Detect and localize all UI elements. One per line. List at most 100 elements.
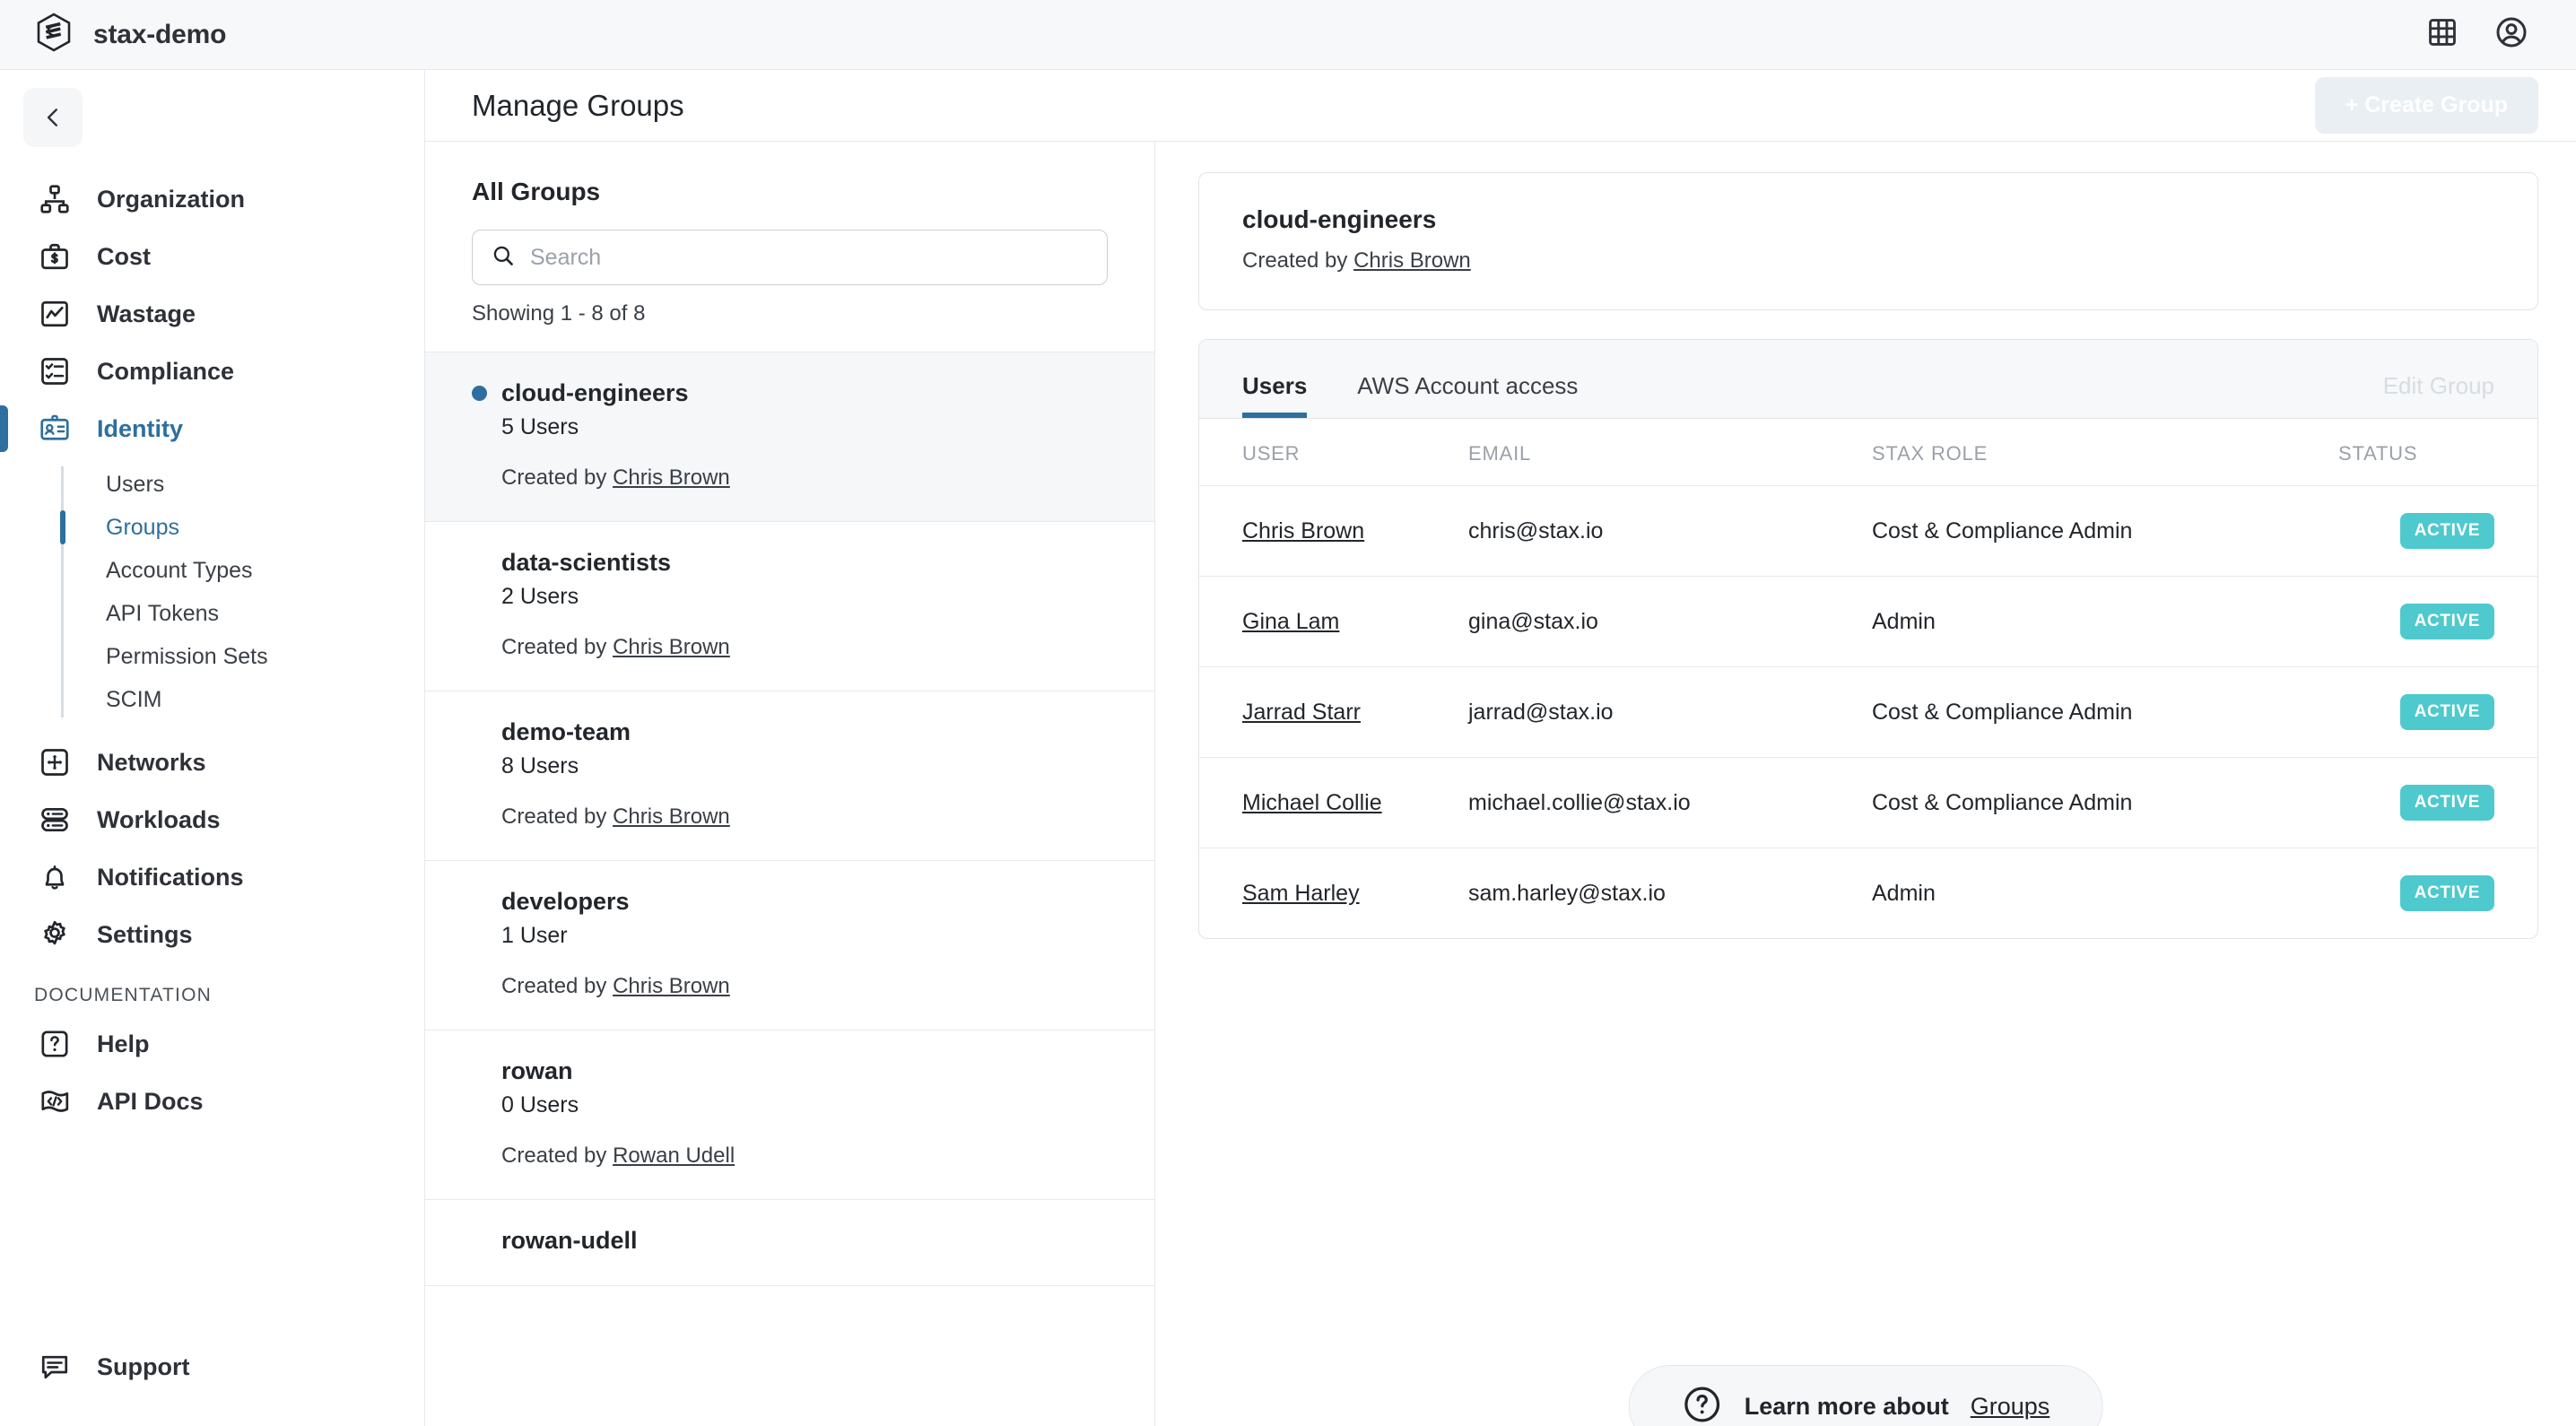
all-groups-heading: All Groups bbox=[472, 178, 601, 205]
sidebar-item-notifications[interactable]: Notifications bbox=[0, 848, 424, 906]
sidebar-item-networks[interactable]: Networks bbox=[0, 734, 424, 791]
brand-title: stax-demo bbox=[93, 19, 227, 49]
created-by-link[interactable]: Rowan Udell bbox=[613, 1143, 735, 1168]
group-detail-header-card: cloud-engineers Created by Chris Brown bbox=[1198, 172, 2538, 310]
tab-aws-account-access[interactable]: AWS Account access bbox=[1357, 372, 1578, 418]
sidebar-item-workloads[interactable]: Workloads bbox=[0, 791, 424, 848]
user-role: Admin bbox=[1872, 576, 2338, 667]
sidebar-item-scim[interactable]: SCIM bbox=[0, 678, 424, 721]
user-name-link[interactable]: Michael Collie bbox=[1242, 790, 1382, 815]
page-title: Manage Groups bbox=[472, 88, 684, 122]
sidebar-subnav-identity: Users Groups Account Types API Tokens Pe… bbox=[0, 463, 424, 721]
sidebar-item-support[interactable]: Support bbox=[0, 1338, 424, 1396]
group-list-item[interactable]: cloud-engineers 5 Users Created by Chris… bbox=[425, 352, 1154, 522]
user-role: Admin bbox=[1872, 880, 1936, 906]
groups-list[interactable]: cloud-engineers 5 Users Created by Chris… bbox=[425, 352, 1154, 1426]
subnav-label: Permission Sets bbox=[106, 643, 268, 669]
sidebar-item-wastage[interactable]: Wastage bbox=[0, 285, 424, 343]
group-list-item[interactable]: data-scientists 2 Users Created by Chris… bbox=[425, 522, 1154, 691]
sidebar-item-identity[interactable]: Identity bbox=[0, 400, 424, 457]
status-badge: ACTIVE bbox=[2399, 785, 2494, 821]
user-name-link[interactable]: Chris Brown bbox=[1242, 518, 1364, 543]
created-by-prefix: Created by bbox=[501, 465, 607, 490]
created-by-link[interactable]: Chris Brown bbox=[1353, 248, 1471, 273]
sidebar-primary-nav: Organization Cost Wastage Compliance Ide… bbox=[0, 170, 424, 1130]
created-by-link[interactable]: Chris Brown bbox=[613, 804, 730, 829]
sidebar-item-cost[interactable]: Cost bbox=[0, 228, 424, 285]
group-name: rowan-udell bbox=[501, 1227, 638, 1254]
sidebar-item-organization[interactable]: Organization bbox=[0, 170, 424, 228]
search-input[interactable] bbox=[530, 244, 1089, 271]
grid-apps-icon[interactable] bbox=[2427, 17, 2458, 52]
user-role: Cost & Compliance Admin bbox=[1872, 666, 2338, 758]
tabs-bar: Users AWS Account access Edit Group bbox=[1199, 340, 2537, 419]
server-stack-icon bbox=[36, 801, 74, 839]
content-columns: All Groups Showing 1 - 8 of 8 bbox=[425, 142, 2576, 1426]
table-row[interactable]: Michael Collie michael.collie@stax.io Co… bbox=[1199, 757, 2537, 848]
created-by-link[interactable]: Chris Brown bbox=[613, 465, 730, 490]
code-flag-icon bbox=[36, 1083, 74, 1120]
user-role: Cost & Compliance Admin bbox=[1872, 485, 2338, 577]
sidebar-item-label: Identity bbox=[97, 414, 184, 442]
created-by-prefix: Created by bbox=[501, 974, 607, 998]
column-header-email: EMAIL bbox=[1468, 419, 1872, 486]
created-by-link[interactable]: Chris Brown bbox=[613, 974, 730, 998]
created-by-prefix: Created by bbox=[501, 804, 607, 829]
created-by-prefix: Created by bbox=[501, 635, 607, 659]
created-by-link[interactable]: Chris Brown bbox=[613, 635, 730, 659]
sidebar-item-groups[interactable]: Groups bbox=[0, 506, 424, 549]
user-email: jarrad@stax.io bbox=[1468, 666, 1872, 758]
body: Organization Cost Wastage Compliance Ide… bbox=[0, 70, 2576, 1426]
group-created-by: Created by Chris Brown bbox=[472, 635, 1108, 660]
subnav-label: Groups bbox=[106, 514, 179, 540]
sidebar-item-api-docs[interactable]: API Docs bbox=[0, 1073, 424, 1130]
tab-users[interactable]: Users bbox=[1242, 372, 1308, 418]
subnav-label: Users bbox=[106, 471, 165, 497]
sidebar-item-label: Support bbox=[97, 1352, 190, 1380]
sidebar-item-account-types[interactable]: Account Types bbox=[0, 549, 424, 592]
status-badge: ACTIVE bbox=[2399, 604, 2494, 639]
account-circle-icon[interactable] bbox=[2495, 16, 2528, 53]
sidebar-item-compliance[interactable]: Compliance bbox=[0, 343, 424, 400]
create-group-button[interactable]: + Create Group bbox=[2314, 77, 2538, 134]
sidebar-item-users[interactable]: Users bbox=[0, 463, 424, 506]
brand[interactable]: stax-demo bbox=[36, 13, 226, 57]
sidebar-item-settings[interactable]: Settings bbox=[0, 906, 424, 963]
sidebar: Organization Cost Wastage Compliance Ide… bbox=[0, 70, 425, 1426]
table-row[interactable]: Chris Brown chris@stax.io Cost & Complia… bbox=[1199, 485, 2537, 577]
move-arrows-box-icon bbox=[36, 743, 74, 781]
table-row[interactable]: Sam Harley sam.harley@stax.io Admin ACTI… bbox=[1199, 848, 2537, 939]
sidebar-item-api-tokens[interactable]: API Tokens bbox=[0, 592, 424, 635]
sidebar-item-help[interactable]: Help bbox=[0, 1015, 424, 1073]
group-list-item[interactable]: developers 1 User Created by Chris Brown bbox=[425, 861, 1154, 1030]
user-name-link[interactable]: Sam Harley bbox=[1242, 881, 1360, 906]
learn-more-pill[interactable]: Learn more about Groups bbox=[1628, 1365, 2103, 1426]
user-name-link[interactable]: Gina Lam bbox=[1242, 609, 1339, 634]
sidebar-item-label: Workloads bbox=[97, 805, 221, 833]
group-list-item[interactable]: rowan 0 Users Created by Rowan Udell bbox=[425, 1030, 1154, 1200]
created-by-prefix: Created by bbox=[501, 1143, 607, 1168]
app-root: stax-demo Organization Cost Wastage Comp… bbox=[0, 0, 2576, 1426]
selected-indicator-dot bbox=[472, 386, 487, 401]
table-row[interactable]: Gina Lam gina@stax.io Admin ACTIVE bbox=[1199, 576, 2537, 667]
edit-group-button[interactable]: Edit Group bbox=[2383, 372, 2494, 418]
user-email: sam.harley@stax.io bbox=[1468, 880, 1666, 906]
table-row[interactable]: Jarrad Starr jarrad@stax.io Cost & Compl… bbox=[1199, 666, 2537, 758]
sidebar-collapse-button[interactable] bbox=[23, 88, 83, 147]
group-user-count: 8 Users bbox=[501, 753, 579, 778]
status-badge: ACTIVE bbox=[2399, 513, 2494, 549]
search-box[interactable] bbox=[472, 230, 1108, 285]
briefcase-dollar-icon bbox=[36, 238, 74, 275]
group-created-by: Created by Rowan Udell bbox=[472, 1143, 1108, 1169]
sidebar-item-label: Help bbox=[97, 1030, 150, 1057]
sidebar-item-permission-sets[interactable]: Permission Sets bbox=[0, 635, 424, 678]
group-name-row: rowan-udell bbox=[472, 1227, 1108, 1255]
group-list-item[interactable]: rowan-udell bbox=[425, 1200, 1154, 1286]
user-name-link[interactable]: Jarrad Starr bbox=[1242, 700, 1361, 725]
group-name: developers bbox=[501, 888, 630, 915]
column-header-role: STAX ROLE bbox=[1872, 419, 2338, 486]
group-detail-title: cloud-engineers bbox=[1242, 205, 1437, 233]
group-list-item[interactable]: demo-team 8 Users Created by Chris Brown bbox=[425, 691, 1154, 861]
sidebar-item-label: Compliance bbox=[97, 357, 235, 385]
learn-more-link[interactable]: Groups bbox=[1971, 1393, 2050, 1421]
